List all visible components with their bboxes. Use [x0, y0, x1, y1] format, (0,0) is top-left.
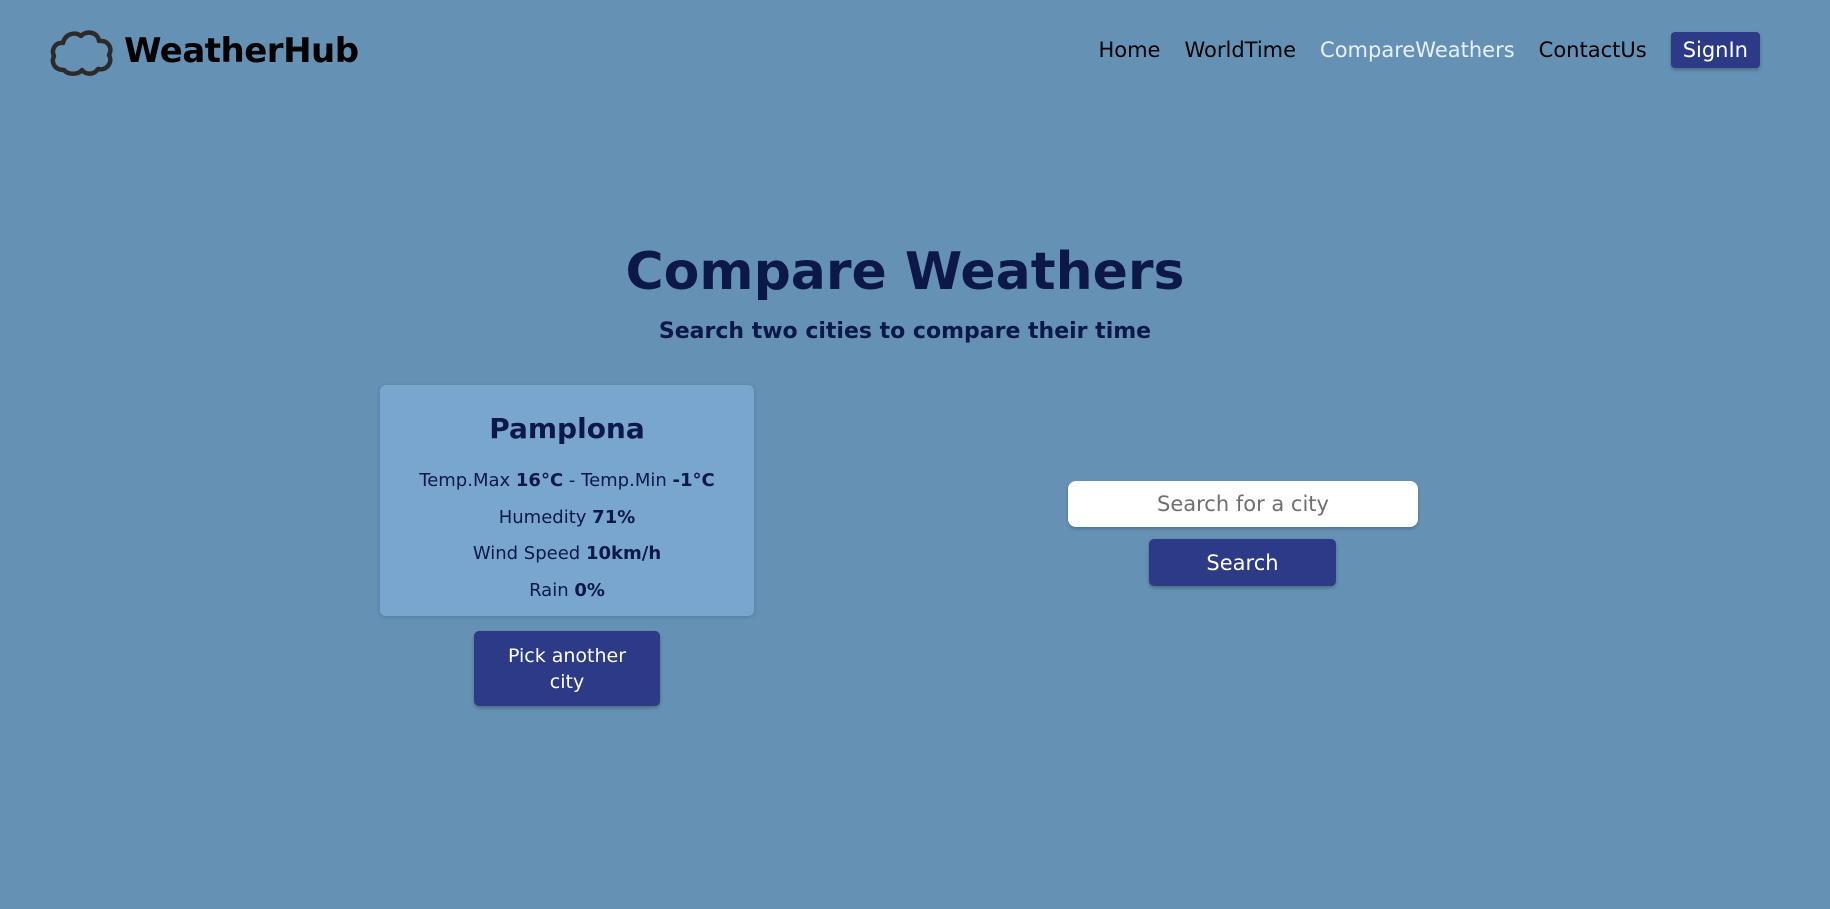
rain-value: 0%: [574, 579, 605, 601]
wind-row: Wind Speed 10km/h: [380, 536, 754, 573]
brand-logo-link[interactable]: WeatherHub: [48, 26, 359, 76]
humidity-label: Humedity: [498, 506, 587, 528]
pick-another-city-button[interactable]: Pick another city: [474, 631, 660, 706]
temp-min-value: -1°C: [672, 470, 715, 491]
nav-link-contactus[interactable]: ContactUs: [1539, 38, 1647, 62]
search-button[interactable]: Search: [1149, 539, 1336, 586]
page-title: Compare Weathers: [625, 242, 1185, 302]
rain-row: Rain 0%: [380, 573, 754, 610]
temp-separator: -: [568, 470, 576, 491]
weather-stats: Temp.Max 16°C - Temp.Min -1°C Humedity 7…: [380, 463, 754, 609]
page-subtitle: Search two cities to compare their time: [658, 319, 1152, 344]
navbar: WeatherHub Home WorldTime CompareWeather…: [0, 0, 1830, 104]
city-weather-card: Pamplona Temp.Max 16°C - Temp.Min -1°C H…: [380, 385, 754, 616]
city-name: Pamplona: [489, 412, 645, 445]
wind-value: 10km/h: [585, 543, 662, 564]
nav-link-worldtime[interactable]: WorldTime: [1184, 38, 1296, 62]
nav-link-home[interactable]: Home: [1098, 38, 1160, 62]
temp-min-label: Temp.Min: [581, 470, 667, 491]
temperature-row: Temp.Max 16°C - Temp.Min -1°C: [380, 463, 754, 500]
cloud-icon: [50, 30, 113, 76]
city-search-input[interactable]: [1068, 481, 1418, 527]
wind-label: Wind Speed: [472, 543, 581, 564]
brand-name: WeatherHub: [124, 31, 359, 71]
rain-label: Rain: [529, 579, 569, 601]
temp-max-label: Temp.Max: [419, 470, 511, 491]
temp-max-value: 16°C: [515, 470, 564, 491]
humidity-row: Humedity 71%: [380, 500, 754, 537]
signin-button[interactable]: SignIn: [1670, 32, 1760, 68]
humidity-value: 71%: [592, 506, 636, 528]
nav-link-compareweathers[interactable]: CompareWeathers: [1320, 38, 1515, 62]
nav-links: Home WorldTime CompareWeathers ContactUs…: [1074, 32, 1760, 68]
